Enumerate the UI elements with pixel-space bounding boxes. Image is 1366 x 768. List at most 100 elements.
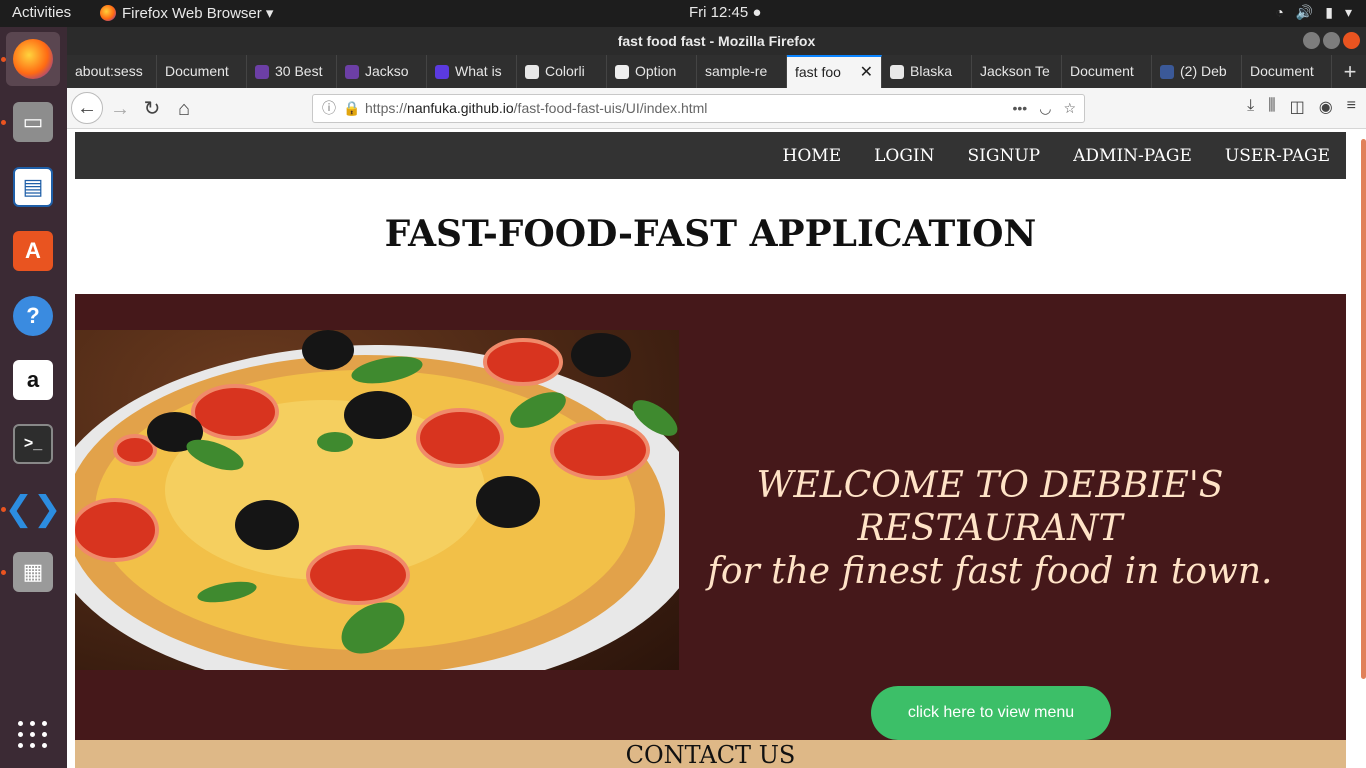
tab-label: What is (455, 63, 502, 79)
home-button[interactable]: ⌂ (169, 94, 199, 124)
vscode-icon: ❮❯ (4, 490, 62, 528)
system-top-bar: Activities Firefox Web Browser ▾ Fri 12:… (0, 0, 1366, 27)
wordpress-favicon-icon (890, 64, 904, 79)
nav-link-user-page[interactable]: USER-PAGE (1225, 146, 1330, 166)
nav-link-admin-page[interactable]: ADMIN-PAGE (1073, 146, 1192, 166)
library-icon[interactable]: ⫼ (1268, 97, 1275, 117)
dock-firefox[interactable] (6, 32, 60, 86)
bookmark-star-icon[interactable]: ☆ (1063, 95, 1076, 122)
browser-tab[interactable]: What is (427, 55, 517, 88)
web-page: HOME LOGIN SIGNUP ADMIN-PAGE USER-PAGE FAST-… (67, 129, 1366, 768)
tab-label: fast foo (795, 64, 841, 80)
triangle-favicon-icon (435, 64, 449, 79)
browser-tab[interactable]: about:sess (67, 55, 157, 88)
github-favicon-icon (615, 64, 629, 79)
clock[interactable]: Fri 12:45 ● (689, 4, 761, 21)
reload-button[interactable]: ↻ (137, 94, 167, 124)
show-applications[interactable] (6, 707, 60, 761)
forward-button[interactable]: → (105, 94, 135, 124)
printer-icon: ▦ (13, 552, 53, 592)
app-menu[interactable]: Firefox Web Browser ▾ (100, 4, 273, 22)
nav-link-home[interactable]: HOME (783, 146, 842, 166)
sync-icon[interactable]: ◉ (1319, 97, 1333, 117)
document-icon: ▤ (13, 167, 53, 207)
close-window-button[interactable] (1343, 32, 1360, 49)
running-indicator (1, 570, 6, 575)
colorlib-favicon-icon (255, 64, 269, 79)
page-actions-icon[interactable]: ••• (1013, 95, 1028, 122)
site-nav-links: HOME LOGIN SIGNUP ADMIN-PAGE USER-PAGE (783, 132, 1330, 179)
maximize-button[interactable] (1323, 32, 1340, 49)
amazon-icon: a (13, 360, 53, 400)
firefox-icon (13, 39, 53, 79)
browser-tab[interactable]: Document (1062, 55, 1152, 88)
tab-label: 30 Best (275, 63, 323, 79)
wordpress-favicon-icon (525, 64, 539, 79)
tab-strip: about:sess Document 30 Best Jackso What is Co… (67, 55, 1366, 88)
tab-label: Document (1070, 63, 1134, 79)
toolbar-right: ⤓ ⫼ ◫ ◉ ≡ (1247, 97, 1356, 117)
volume-icon[interactable]: 🔊 (1296, 4, 1313, 21)
dock-terminal[interactable]: >_ (6, 417, 60, 471)
activities-button[interactable]: Activities (12, 4, 71, 21)
dock-libreoffice-impress[interactable]: ▤ (6, 160, 60, 214)
colorlib-favicon-icon (345, 64, 359, 79)
tab-label: Document (165, 63, 229, 79)
battery-icon[interactable]: ▮ (1325, 4, 1333, 21)
minimize-button[interactable] (1303, 32, 1320, 49)
nav-link-login[interactable]: LOGIN (874, 146, 934, 166)
browser-tab[interactable]: Blaska (882, 55, 972, 88)
app-menu-label: Firefox Web Browser ▾ (122, 5, 274, 22)
browser-tab[interactable]: Option (607, 55, 697, 88)
browser-tab[interactable]: Colorli (517, 55, 607, 88)
terminal-icon: >_ (13, 424, 53, 464)
new-tab-button[interactable]: + (1334, 55, 1366, 88)
pizza-illustration (75, 330, 679, 670)
browser-tab[interactable]: fast foo ✕ (787, 55, 882, 88)
software-center-icon: A (13, 231, 53, 271)
browser-tab[interactable]: sample-re (697, 55, 787, 88)
tab-label: about:sess (75, 63, 143, 79)
dock-amazon[interactable]: a (6, 353, 60, 407)
page-title: FAST-FOOD-FAST APPLICATION (384, 213, 1037, 255)
welcome-line-1: WELCOME TO DEBBIE'S (756, 465, 1224, 506)
tab-label: Colorli (545, 63, 585, 79)
apps-grid-icon (18, 720, 48, 748)
page-scrollbar[interactable] (1361, 139, 1366, 679)
back-button[interactable]: ← (71, 92, 103, 124)
downloads-icon[interactable]: ⤓ (1247, 97, 1254, 117)
pocket-icon[interactable]: ◡ (1039, 95, 1051, 122)
menu-hamburger-icon[interactable]: ≡ (1347, 97, 1356, 117)
view-menu-button[interactable]: click here to view menu (871, 686, 1111, 740)
running-indicator (1, 57, 6, 62)
power-menu-icon[interactable]: ▾ (1345, 4, 1352, 21)
browser-tab[interactable]: 30 Best (247, 55, 337, 88)
help-icon: ? (13, 296, 53, 336)
browser-tab[interactable]: Jackso (337, 55, 427, 88)
close-tab-icon[interactable]: ✕ (860, 57, 873, 88)
url-actions: ••• ◡ ☆ (1013, 95, 1077, 122)
dock-help[interactable]: ? (6, 289, 60, 343)
url-bar[interactable]: ⓘ 🔒 https://nanfuka.github.io/fast-food-… (312, 94, 1085, 123)
url-path: /fast-food-fast-uis/UI/index.html (513, 100, 708, 116)
browser-tab[interactable]: (2) Deb (1152, 55, 1242, 88)
firefox-icon (100, 5, 116, 21)
tab-label: Document (1250, 63, 1314, 79)
system-tray[interactable]: ◔ 🔊 ▮ ▾ (1275, 4, 1352, 21)
dock-files[interactable]: ▭ (6, 95, 60, 149)
nav-link-signup[interactable]: SIGNUP (968, 146, 1041, 166)
dock-printer[interactable]: ▦ (6, 545, 60, 599)
dock-software[interactable]: A (6, 224, 60, 278)
browser-tab[interactable]: Jackson Te (972, 55, 1062, 88)
lock-icon[interactable]: 🔒 (343, 95, 360, 122)
sidebar-icon[interactable]: ◫ (1290, 97, 1305, 117)
window-titlebar: fast food fast - Mozilla Firefox (67, 27, 1366, 55)
browser-tab[interactable]: Document (157, 55, 247, 88)
launcher-dock: ▭ ▤ A ? a >_ ❮❯ ▦ (0, 27, 67, 768)
site-info-icon[interactable]: ⓘ (322, 95, 336, 122)
tab-label: Option (635, 63, 677, 79)
browser-tab[interactable]: Document (1242, 55, 1332, 88)
hero-section: WELCOME TO DEBBIE'S RESTAURANT for the f… (75, 294, 1346, 740)
wifi-icon[interactable]: ◔ (1275, 4, 1283, 21)
dock-vscode[interactable]: ❮❯ (4, 482, 62, 536)
